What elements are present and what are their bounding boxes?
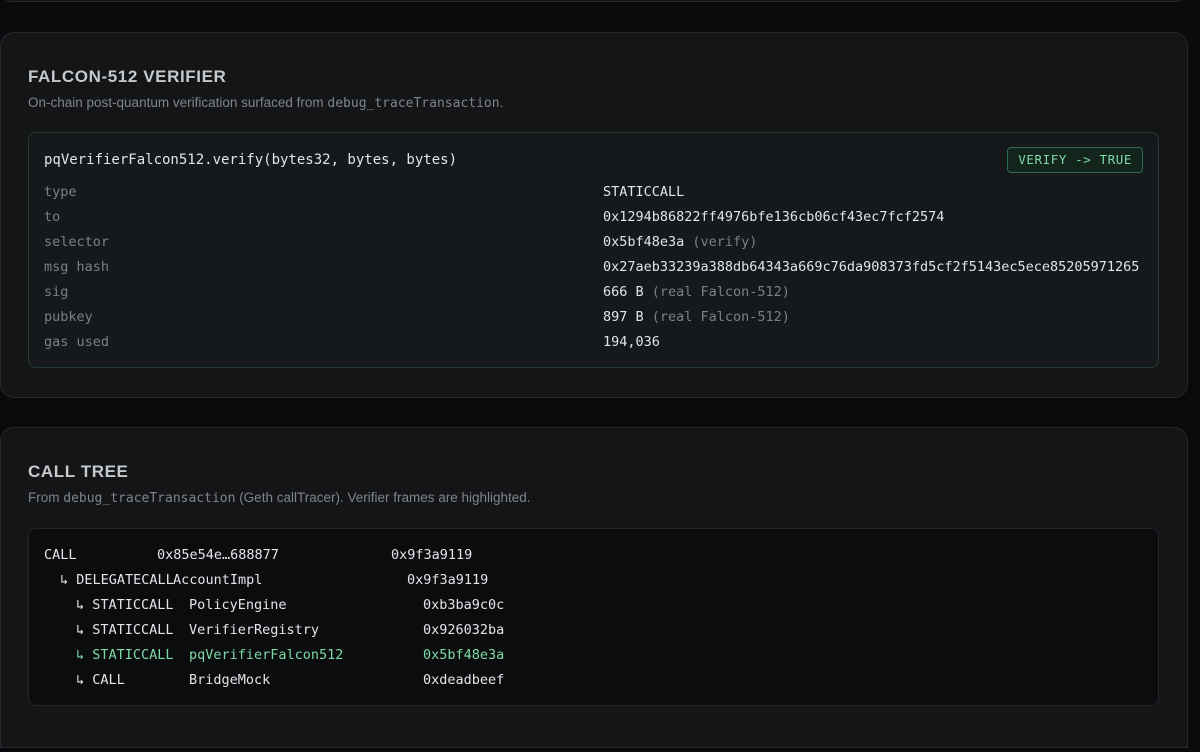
call-tree-subtitle-suffix: (Geth callTracer). Verifier frames are h… [235, 490, 531, 505]
kv-value: 666 B (real Falcon-512) [603, 284, 790, 300]
call-frame-target: pqVerifierFalcon512 [189, 647, 344, 663]
verifier-subtitle-code: debug_traceTransaction [327, 96, 500, 111]
call-frame-type: CALL [44, 547, 77, 563]
call-frame-type: ↳ DELEGATECALL [60, 572, 174, 588]
call-frame-selector: 0x5bf48e3a [423, 647, 505, 663]
call-tree-card: CALL TREE From debug_traceTransaction (G… [0, 427, 1188, 748]
kv-value: 194,036 [603, 334, 660, 350]
falcon-verifier-card: FALCON-512 VERIFIER On-chain post-quantu… [0, 32, 1188, 398]
kv-key: msg hash [44, 259, 110, 275]
kv-row-sig: sig 666 B (real Falcon-512) [44, 284, 1144, 304]
verifier-call-panel: pqVerifierFalcon512.verify(bytes32, byte… [28, 132, 1159, 368]
kv-value-note: (real Falcon-512) [643, 309, 790, 325]
call-frame-type: ↳ STATICCALL [76, 597, 174, 613]
kv-value-main: 897 B [603, 309, 644, 325]
kv-row-to: to 0x1294b86822ff4976bfe136cb06cf43ec7fc… [44, 209, 1144, 229]
kv-value: 0x5bf48e3a (verify) [603, 234, 757, 250]
call-frame-target: VerifierRegistry [189, 622, 320, 638]
kv-key: selector [44, 234, 110, 250]
call-frame-target: PolicyEngine [189, 597, 287, 613]
call-frame-row[interactable]: ↳ STATICCALL PolicyEngine 0xb3ba9c0c [76, 597, 504, 617]
call-frame-row[interactable]: ↳ CALL BridgeMock 0xdeadbeef [76, 672, 504, 692]
call-frame-type: ↳ CALL [76, 672, 125, 688]
kv-value-main: 0x5bf48e3a [603, 234, 685, 250]
kv-row-selector: selector 0x5bf48e3a (verify) [44, 234, 1144, 254]
call-tree-subtitle: From debug_traceTransaction (Geth callTr… [28, 490, 531, 506]
verifier-subtitle-suffix: . [499, 95, 504, 110]
call-frame-selector: 0xdeadbeef [423, 672, 505, 688]
verify-result-badge: VERIFY -> TRUE [1007, 147, 1143, 173]
kv-value: 897 B (real Falcon-512) [603, 309, 790, 325]
kv-value-main: 666 B [603, 284, 644, 300]
call-tree-panel: CALL 0x85e54e…688877 0x9f3a9119 ↳ DELEGA… [28, 528, 1159, 706]
kv-value: 0x27aeb33239a388db64343a669c76da908373fd… [603, 259, 1139, 275]
kv-value: 0x1294b86822ff4976bfe136cb06cf43ec7fcf25… [603, 209, 944, 225]
call-frame-row[interactable]: ↳ STATICCALL VerifierRegistry 0x926032ba [76, 622, 504, 642]
kv-value-main: 0x27aeb33239a388db64343a669c76da908373fd… [603, 259, 1140, 275]
call-tree-subtitle-code: debug_traceTransaction [63, 491, 236, 506]
call-frame-target: BridgeMock [189, 672, 271, 688]
verifier-card-subtitle: On-chain post-quantum verification surfa… [28, 95, 503, 111]
kv-key: sig [44, 284, 69, 300]
call-frame-selector: 0xb3ba9c0c [423, 597, 505, 613]
kv-key: to [44, 209, 61, 225]
call-tree-subtitle-prefix: From [28, 490, 64, 505]
kv-value-main: STATICCALL [603, 184, 685, 200]
kv-value-note: (real Falcon-512) [643, 284, 790, 300]
kv-row-type: type STATICCALL [44, 184, 1144, 204]
call-frame-selector: 0x926032ba [423, 622, 505, 638]
call-frame-selector: 0x9f3a9119 [391, 547, 473, 563]
verifier-function-signature: pqVerifierFalcon512.verify(bytes32, byte… [44, 152, 458, 168]
kv-row-pubkey: pubkey 897 B (real Falcon-512) [44, 309, 1144, 329]
kv-value-main: 0x1294b86822ff4976bfe136cb06cf43ec7fcf25… [603, 209, 945, 225]
call-frame-row[interactable]: CALL 0x85e54e…688877 0x9f3a9119 [44, 547, 472, 567]
call-frame-type: ↳ STATICCALL [76, 647, 174, 663]
kv-key: gas used [44, 334, 110, 350]
kv-key: type [44, 184, 77, 200]
verifier-card-title: FALCON-512 VERIFIER [28, 67, 227, 86]
kv-value: STATICCALL [603, 184, 684, 200]
call-frame-row[interactable]: ↳ DELEGATECALL AccountImpl 0x9f3a9119 [60, 572, 488, 592]
kv-row-msg-hash: msg hash 0x27aeb33239a388db64343a669c76d… [44, 259, 1144, 279]
call-frame-target: AccountImpl [173, 572, 263, 588]
kv-row-gas-used: gas used 194,036 [44, 334, 1144, 354]
call-frame-target: 0x85e54e…688877 [157, 547, 279, 563]
kv-value-note: (verify) [684, 234, 758, 250]
call-tree-title: CALL TREE [28, 462, 129, 481]
call-frame-row-highlighted[interactable]: ↳ STATICCALL pqVerifierFalcon512 0x5bf48… [76, 647, 504, 667]
call-frame-selector: 0x9f3a9119 [407, 572, 489, 588]
call-frame-type: ↳ STATICCALL [76, 622, 174, 638]
kv-key: pubkey [44, 309, 93, 325]
verifier-subtitle-prefix: On-chain post-quantum verification surfa… [28, 95, 328, 110]
previous-card-edge [0, 0, 1188, 2]
kv-value-main: 194,036 [603, 334, 660, 350]
